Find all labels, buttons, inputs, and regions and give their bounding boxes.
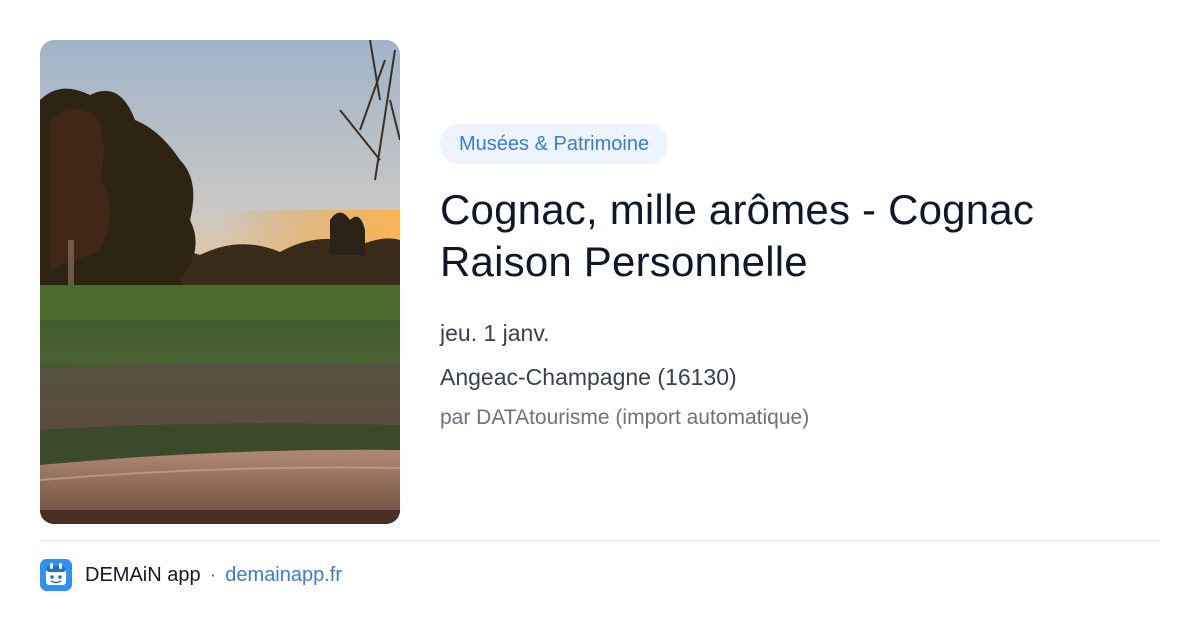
event-location: Angeac-Champagne (16130) [440, 364, 737, 390]
event-card[interactable]: Musées & Patrimoine Cognac, mille arômes… [0, 0, 1200, 630]
app-name: DEMAiN app [85, 563, 201, 586]
demain-app-logo-icon[interactable] [40, 559, 72, 591]
footer-divider [40, 540, 1160, 541]
event-date: jeu. 1 janv. [440, 320, 550, 346]
footer: DEMAiN app · demainapp.fr [40, 558, 342, 592]
event-source: par DATAtourisme (import automatique) [440, 406, 810, 429]
event-details: Musées & Patrimoine Cognac, mille arômes… [440, 124, 1160, 432]
footer-separator: · [209, 563, 217, 586]
site-link[interactable]: demainapp.fr [225, 564, 342, 587]
landscape-photo-icon [40, 40, 400, 524]
event-photo [40, 40, 400, 524]
category-tag[interactable]: Musées & Patrimoine [440, 124, 669, 164]
event-title[interactable]: Cognac, mille arômes - Cognac Raison Per… [440, 184, 1160, 288]
